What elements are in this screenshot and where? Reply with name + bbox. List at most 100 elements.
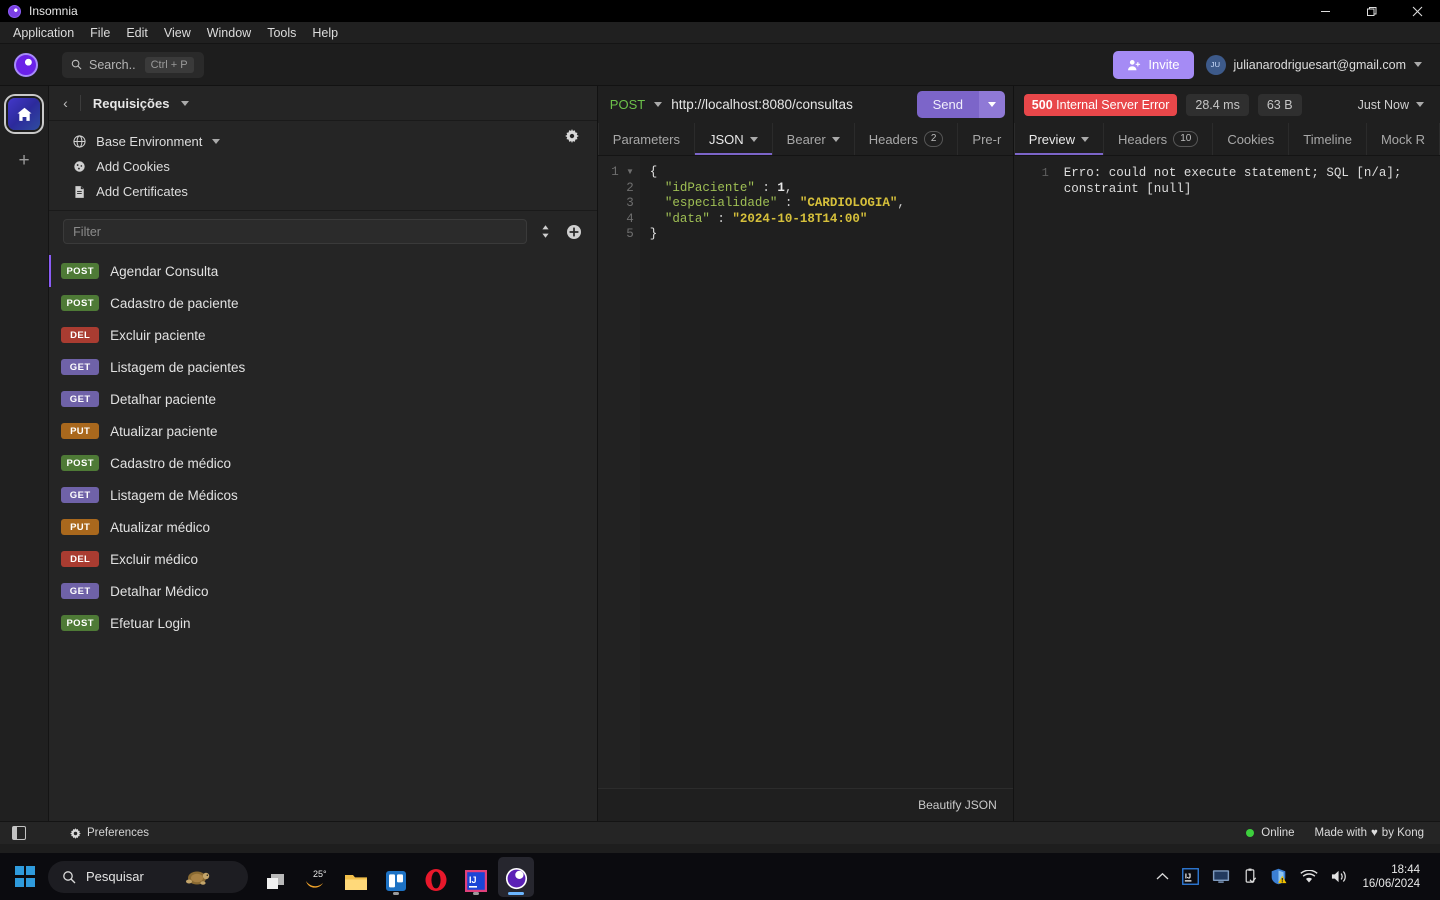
request-name: Efetuar Login — [110, 615, 191, 631]
environment-settings-gear-icon[interactable] — [564, 129, 579, 146]
intellij-icon: IJ — [465, 869, 487, 892]
tab-label: Cookies — [1227, 131, 1275, 147]
list-item[interactable]: PUT Atualizar paciente — [49, 415, 597, 447]
response-history-dropdown[interactable]: Just Now — [1358, 98, 1430, 112]
response-pane: 500 Internal Server Error 28.4 ms 63 B J… — [1013, 86, 1440, 821]
request-tabs: Parameters JSON Bearer Headers 2 Pre-r — [597, 123, 1017, 156]
invite-button[interactable]: Invite — [1113, 50, 1194, 79]
account-menu[interactable]: JU julianarodriguesart@gmail.com — [1205, 54, 1422, 75]
status-text: Internal Server Error — [1056, 97, 1170, 112]
tab-cookies[interactable]: Cookies — [1213, 123, 1290, 155]
tray-defender-icon[interactable] — [1270, 868, 1287, 885]
start-button[interactable] — [8, 860, 42, 894]
list-item[interactable]: DEL Excluir paciente — [49, 319, 597, 351]
list-item[interactable]: DEL Excluir médico — [49, 543, 597, 575]
request-method[interactable]: POST — [610, 97, 645, 112]
send-button[interactable]: Send — [916, 91, 979, 118]
taskbar-opera[interactable] — [418, 857, 454, 897]
list-item[interactable]: PUT Atualizar médico — [49, 511, 597, 543]
minimize-button[interactable] — [1302, 0, 1348, 22]
method-badge: GET — [61, 487, 100, 503]
list-item[interactable]: GET Detalhar Médico — [49, 575, 597, 607]
tray-wifi-icon[interactable] — [1300, 869, 1319, 884]
line-number: 5 — [626, 227, 634, 241]
request-name: Atualizar médico — [110, 519, 210, 535]
svg-text:IJ: IJ — [1185, 871, 1191, 880]
online-status: Online — [1246, 827, 1295, 839]
tab-headers[interactable]: Headers 2 — [855, 123, 959, 155]
tab-preview[interactable]: Preview — [1013, 123, 1105, 155]
taskbar-trello[interactable] — [378, 857, 414, 897]
code-line: } — [649, 227, 658, 241]
tray-volume-icon[interactable] — [1331, 869, 1349, 884]
list-item[interactable]: POST Cadastro de paciente — [49, 287, 597, 319]
menu-item-tools[interactable]: Tools — [260, 24, 303, 42]
menu-item-file[interactable]: File — [83, 24, 117, 42]
trello-icon — [386, 870, 406, 891]
method-badge: POST — [61, 455, 100, 471]
request-name: Excluir paciente — [110, 327, 206, 343]
tab-label: JSON — [709, 131, 744, 147]
tab-parameters[interactable]: Parameters — [597, 123, 695, 155]
list-item[interactable]: GET Listagem de Médicos — [49, 479, 597, 511]
tab-json[interactable]: JSON — [695, 123, 773, 155]
sidebar-item-add-certificates[interactable]: Add Certificates — [49, 179, 597, 204]
request-name: Cadastro de médico — [110, 455, 231, 471]
create-request-button[interactable] — [565, 223, 583, 241]
windows-logo-icon — [14, 866, 36, 887]
list-item[interactable]: GET Listagem de pacientes — [49, 351, 597, 383]
list-item[interactable]: GET Detalhar paciente — [49, 383, 597, 415]
tab-timeline[interactable]: Timeline — [1289, 123, 1367, 155]
menu-item-application[interactable]: Application — [6, 24, 81, 42]
taskbar-file-explorer[interactable] — [338, 857, 374, 897]
list-item[interactable]: POST Efetuar Login — [49, 607, 597, 639]
toggle-sidebar-icon[interactable] — [12, 826, 26, 840]
sidebar-item-add-cookies[interactable]: Add Cookies — [49, 154, 597, 179]
request-url[interactable]: http://localhost:8080/consultas — [671, 97, 908, 112]
send-options-button[interactable] — [978, 91, 1005, 118]
back-arrow-icon[interactable]: ‹ — [63, 95, 68, 111]
taskbar-task-view[interactable] — [258, 857, 294, 897]
tab-headers[interactable]: Headers 10 — [1104, 123, 1214, 155]
usb-icon — [1246, 868, 1257, 884]
list-item[interactable]: POST Cadastro de médico — [49, 447, 597, 479]
tray-display-icon[interactable] — [1212, 869, 1230, 884]
tray-usb-eject-icon[interactable] — [1243, 868, 1257, 885]
taskbar-intellij[interactable]: IJ — [458, 857, 494, 897]
home-button[interactable] — [8, 98, 41, 130]
menu-item-help[interactable]: Help — [305, 24, 345, 42]
menu-item-edit[interactable]: Edit — [119, 24, 155, 42]
response-body-viewer: 1 Erro: could not execute statement; SQL… — [1013, 156, 1440, 821]
menu-item-view[interactable]: View — [157, 24, 198, 42]
method-badge: GET — [61, 583, 100, 599]
editor-code[interactable]: { "idPaciente" : 1, "especialidade" : "C… — [640, 156, 1013, 788]
tab-mock-r[interactable]: Mock R — [1367, 123, 1440, 155]
filter-input[interactable] — [63, 219, 527, 244]
sidebar-item-base-environment[interactable]: Base Environment — [49, 129, 597, 154]
show-hidden-icons-button[interactable] — [1156, 872, 1169, 881]
close-button[interactable] — [1394, 0, 1440, 22]
collection-chevron-down-icon[interactable] — [181, 100, 190, 106]
menu-item-window[interactable]: Window — [200, 24, 258, 42]
taskbar-insomnia[interactable] — [498, 856, 534, 897]
global-search-box[interactable]: Search.. Ctrl + P — [62, 51, 204, 78]
sort-icon — [542, 225, 549, 238]
taskbar-clock[interactable]: 18:44 16/06/2024 — [1362, 863, 1420, 891]
tray-intellij-icon[interactable]: IJ — [1182, 868, 1200, 885]
tab-bearer[interactable]: Bearer — [773, 123, 855, 155]
wifi-icon — [1300, 869, 1319, 882]
intellij-tray-icon: IJ — [1182, 868, 1200, 885]
method-chevron-down-icon[interactable] — [654, 102, 663, 107]
preferences-button[interactable]: Preferences — [70, 827, 149, 839]
sort-button[interactable] — [537, 223, 555, 241]
taskbar-search[interactable]: Pesquisar — [48, 860, 248, 893]
tab-pre-r[interactable]: Pre-r — [958, 123, 1017, 155]
maximize-button[interactable] — [1348, 0, 1394, 22]
request-body-editor[interactable]: 1 ▾ 2 3 4 5 { "idPaciente" : 1, "especialida… — [597, 156, 1013, 788]
response-time: 28.4 ms — [1186, 93, 1249, 116]
add-workspace-button[interactable]: + — [9, 146, 39, 176]
window-controls — [1302, 0, 1440, 22]
list-item[interactable]: POST Agendar Consulta — [49, 255, 597, 287]
beautify-json-button[interactable]: Beautify JSON — [918, 798, 997, 812]
taskbar-weather[interactable]: 25° — [298, 857, 334, 897]
